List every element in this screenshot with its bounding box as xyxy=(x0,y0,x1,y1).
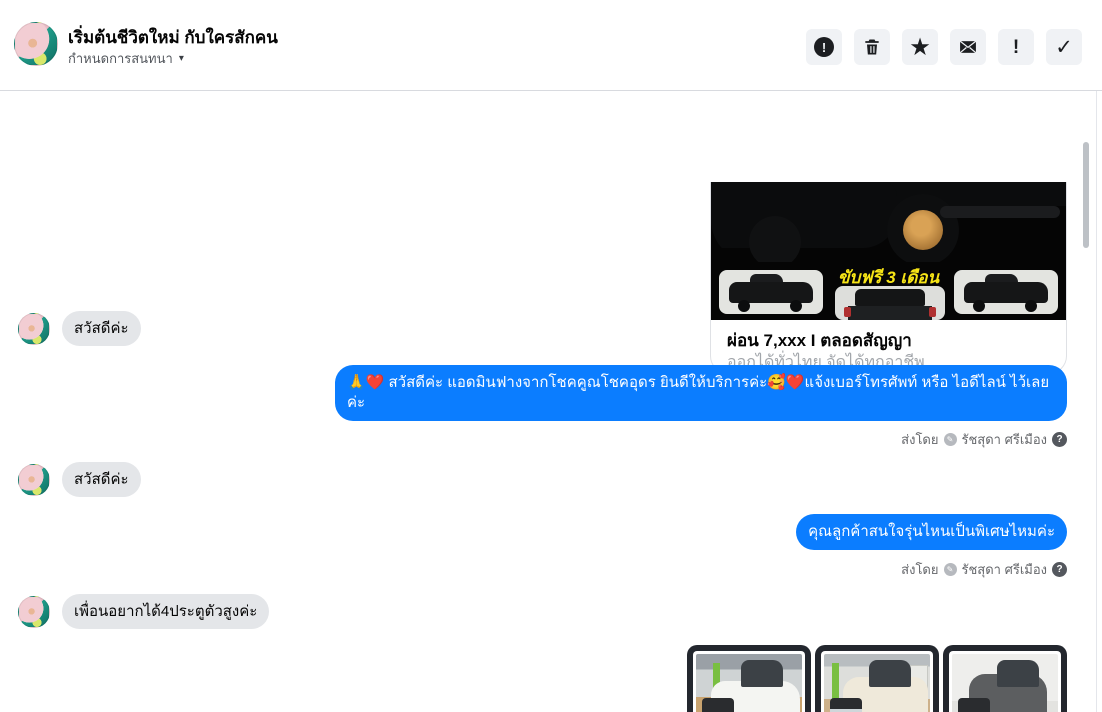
editor-badge-icon: ✎ xyxy=(943,563,957,576)
photo-frame xyxy=(693,651,805,712)
report-icon: ! xyxy=(814,37,834,57)
conversation-thread: ขับฟรี 3 เดือน ผ่อน 7,xxx I ตลอดสัญญา ออ… xyxy=(0,91,1102,712)
decor-shape xyxy=(868,660,911,687)
photo-attachment-gray-truck[interactable] xyxy=(943,645,1067,712)
attachment-collage: ขับฟรี 3 เดือน xyxy=(711,262,1066,320)
decor-shape xyxy=(848,306,932,320)
truck-front-photo xyxy=(711,182,1066,262)
photo-frame xyxy=(949,651,1061,712)
decor-shape xyxy=(1024,300,1037,313)
outgoing-message-bubble[interactable]: คุณลูกค้าสนใจรุ่นไหนเป็นพิเศษไหมค่ะ xyxy=(796,514,1067,550)
incoming-message-bubble[interactable]: สวัสดีค่ะ xyxy=(62,462,141,497)
decor-shape xyxy=(972,300,985,313)
chevron-down-icon: ▾ xyxy=(178,52,184,64)
photo-frame xyxy=(821,651,933,712)
decor-shape xyxy=(789,300,802,313)
tire-shape xyxy=(749,216,801,262)
outgoing-message-bubble[interactable]: 🙏❤️ สวัสดีค่ะ แอดมินฟางจากโชคคูณโชคอุดร … xyxy=(335,365,1067,421)
sent-by-status: ส่งโดย ✎ รัชสุดา ศรีเมือง ? xyxy=(901,559,1067,580)
mark-important-button[interactable]: ! xyxy=(998,29,1034,65)
sender-avatar[interactable] xyxy=(18,596,50,628)
truck-photo xyxy=(824,654,930,712)
exclamation-icon: ! xyxy=(1012,36,1020,58)
sent-by-name: รัชสุดา ศรีเมือง xyxy=(961,432,1048,447)
decor-shape xyxy=(830,697,863,712)
truck-side-thumb xyxy=(719,270,823,314)
help-icon[interactable]: ? xyxy=(1052,562,1067,577)
attachment-title: ผ่อน 7,xxx I ตลอดสัญญา xyxy=(727,331,912,350)
trash-icon xyxy=(865,39,879,55)
checkmark-icon: ✓ xyxy=(1055,35,1073,59)
sent-by-name: รัชสุดา ศรีเมือง xyxy=(961,562,1048,577)
sent-by-label: ส่งโดย xyxy=(901,432,939,447)
decor-shape xyxy=(711,182,897,248)
decor-shape xyxy=(843,307,851,318)
mark-unread-button[interactable] xyxy=(950,29,986,65)
star-button[interactable]: ★ xyxy=(902,29,938,65)
messenger-inbox-window: เริ่มต้นชีวิตใหม่ กับใครสักคน กำหนดการสน… xyxy=(0,0,1102,712)
editor-badge-icon: ✎ xyxy=(943,433,957,446)
decor-shape xyxy=(958,697,991,712)
attachment-card[interactable]: ขับฟรี 3 เดือน ผ่อน 7,xxx I ตลอดสัญญา ออ… xyxy=(710,182,1067,374)
conversation-avatar[interactable] xyxy=(14,22,58,66)
conversation-header: เริ่มต้นชีวิตใหม่ กับใครสักคน กำหนดการสน… xyxy=(0,0,1102,91)
truck-side-thumb xyxy=(954,270,1058,314)
decor-shape xyxy=(832,663,840,703)
decor-shape xyxy=(929,307,937,318)
decor-shape xyxy=(702,697,735,712)
header-actions-toolbar: ! ★ ! ✓ xyxy=(806,29,1082,65)
conversation-schedule-dropdown[interactable]: กำหนดการสนทนา ▾ xyxy=(68,48,184,68)
envelope-icon xyxy=(959,40,977,54)
photo-attachment-cream-truck[interactable] xyxy=(815,645,939,712)
bronze-rim-shape xyxy=(903,210,943,250)
delete-button[interactable] xyxy=(854,29,890,65)
star-icon: ★ xyxy=(910,35,930,59)
sent-by-status: ส่งโดย ✎ รัชสุดา ศรีเมือง ? xyxy=(901,429,1067,450)
attachment-photo xyxy=(711,182,1066,262)
truck-photo xyxy=(696,654,802,712)
decor-shape xyxy=(740,660,783,687)
sender-avatar[interactable] xyxy=(18,464,50,496)
decor-shape xyxy=(854,288,926,307)
panel-divider xyxy=(1096,91,1097,712)
scrollbar-thumb[interactable] xyxy=(1083,142,1089,248)
help-icon[interactable]: ? xyxy=(1052,432,1067,447)
truck-rear-thumb xyxy=(835,286,945,320)
truck-photo xyxy=(952,654,1058,712)
decor-shape xyxy=(737,300,750,313)
incoming-message-bubble[interactable]: เพื่อนอยากได้4ประตูตัวสูงค่ะ xyxy=(62,594,270,629)
incoming-message-bubble[interactable]: สวัสดีค่ะ xyxy=(62,311,141,346)
decor-shape xyxy=(996,660,1039,687)
report-button[interactable]: ! xyxy=(806,29,842,65)
mark-done-button[interactable]: ✓ xyxy=(1046,29,1082,65)
photo-attachment-white-truck[interactable] xyxy=(687,645,811,712)
sent-by-label: ส่งโดย xyxy=(901,562,939,577)
conversation-subtitle: กำหนดการสนทนา xyxy=(68,50,173,66)
sender-avatar[interactable] xyxy=(18,313,50,345)
decor-shape xyxy=(940,206,1060,218)
